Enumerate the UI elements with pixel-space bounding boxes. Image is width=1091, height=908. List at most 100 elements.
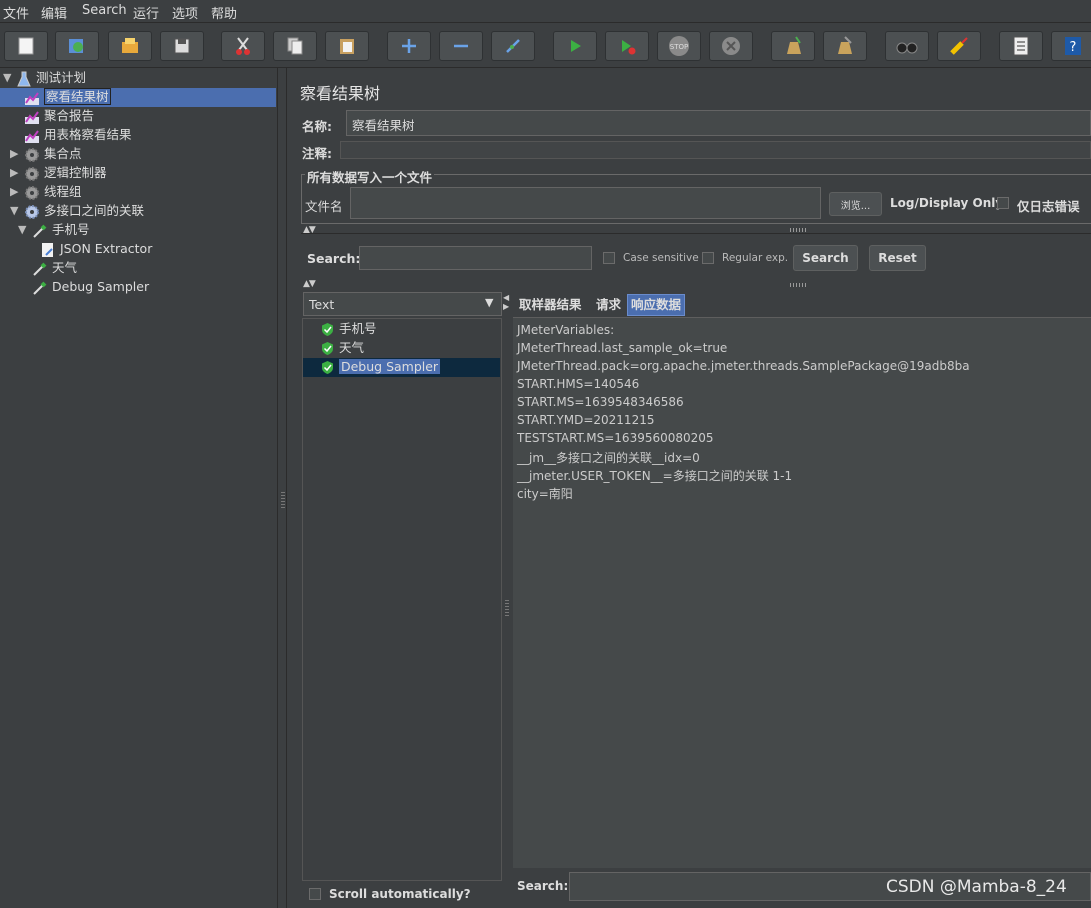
toggle-button[interactable] bbox=[491, 31, 535, 61]
templates-button[interactable] bbox=[55, 31, 99, 61]
response-line: TESTSTART.MS=1639560080205 bbox=[517, 431, 714, 445]
stop-button[interactable]: STOP bbox=[657, 31, 701, 61]
chevron-down-icon: ▼ bbox=[485, 296, 494, 309]
gear-icon bbox=[25, 185, 39, 200]
name-input[interactable]: 察看结果树 bbox=[346, 110, 1091, 136]
tab-sampler-result[interactable]: 取样器结果 bbox=[516, 294, 585, 316]
reset-button[interactable]: Reset bbox=[869, 245, 926, 271]
start-no-pause-button[interactable] bbox=[605, 31, 649, 61]
gear-icon bbox=[25, 166, 39, 181]
menu-run[interactable]: 运行 bbox=[133, 3, 159, 22]
clear-icon bbox=[787, 36, 801, 54]
tree-item-label: 多接口之间的关联 bbox=[44, 203, 145, 218]
divider-grip-top[interactable] bbox=[790, 228, 808, 232]
tree-item-weather[interactable]: 天气 bbox=[32, 259, 77, 277]
tree-toggle-root[interactable]: ▼ bbox=[3, 71, 15, 84]
divider-grip-bottom[interactable] bbox=[790, 283, 808, 287]
copy-button[interactable] bbox=[273, 31, 317, 61]
response-line: city=南阳 bbox=[517, 487, 573, 501]
menu-search[interactable]: Search bbox=[82, 3, 127, 18]
tree-item-label: 聚合报告 bbox=[44, 108, 95, 123]
tree-item-table-results[interactable]: 用表格察看结果 bbox=[24, 126, 132, 144]
tree-item-phone[interactable]: 手机号 bbox=[32, 221, 90, 239]
clear-button[interactable] bbox=[771, 31, 815, 61]
tree-item-label: 集合点 bbox=[44, 146, 82, 161]
file-group-title: 所有数据写入一个文件 bbox=[305, 167, 435, 186]
results-splitter[interactable]: ◀ ▶ bbox=[502, 292, 512, 908]
success-shield-icon bbox=[322, 342, 333, 355]
list-item[interactable]: Debug Sampler bbox=[320, 358, 441, 376]
search-label: Search: bbox=[307, 251, 361, 266]
shutdown-button[interactable] bbox=[709, 31, 753, 61]
scroll-auto-checkbox[interactable] bbox=[309, 888, 321, 900]
new-button[interactable] bbox=[4, 31, 48, 61]
tree-toggle-thread-group[interactable]: ▶ bbox=[10, 185, 22, 198]
test-plan-tree: ▼ 测试计划 察看结果树 聚合报告 用表格察看结果 ▶ 集合点 ▶ 逻辑控制器 … bbox=[0, 68, 277, 908]
comment-input[interactable] bbox=[340, 141, 1091, 159]
search-input[interactable] bbox=[359, 246, 592, 270]
renderer-select[interactable]: Text ▼ bbox=[303, 292, 502, 316]
response-search-label: Search: bbox=[517, 879, 569, 893]
splitter-arrows[interactable]: ◀ ▶ bbox=[503, 293, 509, 311]
tree-item-label: 测试计划 bbox=[36, 70, 87, 85]
function-helper-icon bbox=[1013, 36, 1029, 56]
function-helper-button[interactable] bbox=[999, 31, 1043, 61]
list-item[interactable]: 手机号 bbox=[320, 320, 377, 338]
collapse-arrows-bottom[interactable]: ▲▼ bbox=[303, 279, 316, 289]
cut-button[interactable] bbox=[221, 31, 265, 61]
tree-toggle-multi-interface[interactable]: ▼ bbox=[10, 204, 22, 217]
expand-button[interactable] bbox=[387, 31, 431, 61]
help-button[interactable]: ? bbox=[1051, 31, 1091, 61]
tree-toggle-rendezvous[interactable]: ▶ bbox=[10, 147, 22, 160]
new-icon bbox=[18, 37, 34, 55]
response-line: START.YMD=20211215 bbox=[517, 413, 655, 427]
regular-exp-checkbox[interactable] bbox=[702, 252, 714, 264]
open-button[interactable] bbox=[108, 31, 152, 61]
reset-search-button[interactable] bbox=[937, 31, 981, 61]
menu-options[interactable]: 选项 bbox=[172, 3, 198, 22]
tree-toggle-phone[interactable]: ▼ bbox=[18, 223, 30, 236]
filename-input[interactable] bbox=[350, 187, 821, 219]
sample-label: 手机号 bbox=[338, 321, 377, 336]
tree-item-label: 线程组 bbox=[44, 184, 82, 199]
tree-item-debug-sampler[interactable]: Debug Sampler bbox=[32, 278, 149, 296]
divider-line bbox=[301, 233, 1091, 234]
paste-button[interactable] bbox=[325, 31, 369, 61]
tree-item-logic-controller[interactable]: 逻辑控制器 bbox=[24, 164, 107, 182]
main-splitter[interactable] bbox=[277, 68, 287, 908]
search-button[interactable] bbox=[885, 31, 929, 61]
watermark: CSDN @Mamba-8_24 bbox=[886, 877, 1067, 897]
start-button[interactable] bbox=[553, 31, 597, 61]
tree-item-json-extractor[interactable]: JSON Extractor bbox=[40, 240, 152, 258]
help-icon: ? bbox=[1065, 37, 1081, 55]
tree-item-thread-group[interactable]: 线程组 bbox=[24, 183, 82, 201]
cut-icon bbox=[236, 37, 250, 55]
collapse-button[interactable] bbox=[439, 31, 483, 61]
start-no-pause-icon bbox=[622, 40, 636, 55]
listener-chart-icon bbox=[25, 91, 39, 105]
case-sensitive-checkbox[interactable] bbox=[603, 252, 615, 264]
list-item[interactable]: 天气 bbox=[320, 339, 364, 357]
menu-help[interactable]: 帮助 bbox=[211, 3, 237, 22]
success-shield-icon bbox=[322, 361, 333, 374]
tab-request[interactable]: 请求 bbox=[593, 294, 624, 316]
save-button[interactable] bbox=[160, 31, 204, 61]
reset-search-icon bbox=[950, 37, 968, 55]
tree-item-view-results-tree[interactable]: 察看结果树 bbox=[24, 88, 111, 106]
browse-button[interactable]: 浏览... bbox=[829, 192, 882, 216]
tree-item-root[interactable]: 测试计划 bbox=[16, 69, 86, 87]
errors-only-checkbox[interactable] bbox=[997, 197, 1009, 209]
menu-edit[interactable]: 编辑 bbox=[41, 3, 67, 22]
tree-item-aggregate-report[interactable]: 聚合报告 bbox=[24, 107, 94, 125]
menu-file[interactable]: 文件 bbox=[3, 3, 29, 22]
clear-all-button[interactable] bbox=[823, 31, 867, 61]
expand-icon bbox=[402, 39, 416, 53]
save-icon bbox=[174, 38, 190, 54]
gear-icon bbox=[25, 147, 39, 162]
search-button[interactable]: Search bbox=[793, 245, 858, 271]
tab-response-data[interactable]: 响应数据 bbox=[627, 294, 686, 316]
name-label: 名称: bbox=[302, 119, 332, 134]
tree-item-multi-interface[interactable]: 多接口之间的关联 bbox=[24, 202, 144, 220]
tree-item-rendezvous[interactable]: 集合点 bbox=[24, 145, 82, 163]
tree-toggle-logic-controller[interactable]: ▶ bbox=[10, 166, 22, 179]
